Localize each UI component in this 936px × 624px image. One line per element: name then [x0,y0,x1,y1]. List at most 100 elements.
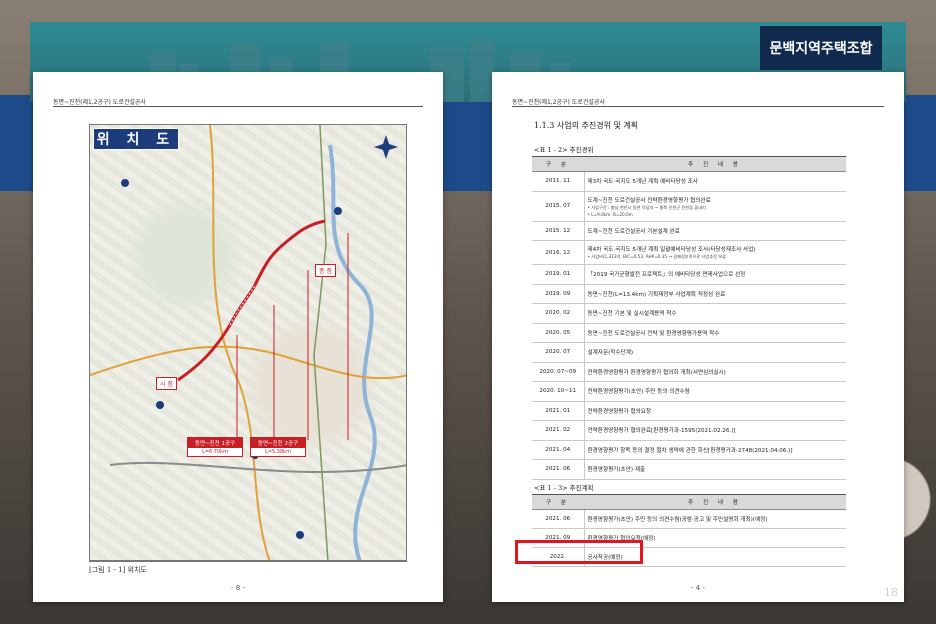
row-date: 2015. 12 [532,221,585,241]
header-rule [512,106,884,107]
document-page-right: 동면~진천(제1,2공구) 도로건설공사 1.1.3 사업의 추진경위 및 계획… [492,72,904,602]
row-date: 2021. 04 [532,440,585,460]
figure-caption: [그림 1 - 1] 위치도 [89,566,147,574]
section2-length: L=5.38km [265,449,291,455]
table-header-row: 구 분 추 진 내 용 [532,494,846,510]
page-header: 동면~진천(제1,2공구) 도로건설공사 [512,99,605,106]
row-content: 도계~진천 도로건설공사 전략환경영향평가 협의완료 • 사업구간 : 충남 천안… [584,191,846,222]
row-text: 환경영향평가 항목 등의 결정 절차 생략에 관한 회신[환경평가과-2748(… [587,447,793,454]
section1-length: L=6.70km [202,449,228,455]
row-text: 「2019 국가균형발전 프로젝트」의 예비타당성 면제사업으로 선정 [587,272,746,279]
section2-box: 동면~진천 2공구 L=5.38km [250,437,306,457]
row-date: 2020. 07~09 [532,362,585,382]
row-content: 환경영향평가(초안) 제출 [584,459,846,480]
row-date: 2021. 06 [532,459,585,480]
row-subtext: • 사업구간 : 충남 천안시 동면 덕성리 ~ 충북 진천군 진천읍 옵내리 [587,204,706,210]
table2-label: <표 1 - 3> 추진계획 [534,484,594,492]
col-date-header: 구 분 [532,494,584,510]
row-content: 동면~진천 기본 및 실시설계용역 착수 [584,303,846,324]
map-graphic [90,125,406,560]
location-map: 위 치 도 시 점 종 점 동면~진천 1공구 L=6.70km 동면~진천 2… [89,124,407,561]
row-content: 동면~진천(L=13.4km) 기획재정부 사업계획 적정성 완료 [584,284,846,304]
row-date: 2021. 06 [532,509,585,529]
row-text: 환경영향평가(초안) 주민 등의 의견수렴(공람·공고 및 주민설명회 개최)(… [587,517,768,523]
table-row: 2020. 10~11 전략환경영향평가(초안) 주민 등의 의견수렴 [532,381,846,402]
document-page-left: 동면~진천(제1,2공구) 도로건설공사 위 치 도 시 점 종 점 동면~진천… [33,72,443,602]
slide-number: 18 [884,586,898,599]
row-content: 「2019 국가균형발전 프로젝트」의 예비타당성 면제사업으로 선정 [584,264,846,285]
page-header: 동면~진천(제1,2공구) 도로건설공사 [53,99,146,106]
row-content: 환경영향평가 항목 등의 결정 절차 생략에 관한 회신[환경평가과-2748(… [584,440,846,460]
row-date: 2020. 02 [532,303,585,324]
row-date: 2019. 09 [532,284,585,304]
row-content: 환경영향평가(초안) 주민 등의 의견수렴(공람·공고 및 주민설명회 개최)(… [584,509,846,529]
row-content: 전략환경영향평가 환경영향평가 협의회 개최(서면심의실시) [584,362,846,382]
row-text: 도계~진천 도로건설공사 전략환경영향평가 협의완료 [587,197,711,204]
row-content: 동면~진천 도로건설공사 전략 및 환경영향평가용역 착수 [584,323,846,343]
row-content: 전략환경영향평가(초안) 주민 등의 의견수렴 [584,381,846,402]
row-text: 전략환경영향평가(초안) 주민 등의 의견수렴 [587,389,690,396]
table-row: 2021. 06 환경영향평가(초안) 제출 [532,459,846,480]
section-title: 1.1.3 사업의 추진경위 및 계획 [534,121,639,130]
history-table-body: 2011. 11 제3차 국도·국지도 5개년 계획 예비타당성 조사 2015. … [532,171,846,480]
row-text: 전략환경영향평가 협의요청 [587,408,652,415]
col-content-header: 추 진 내 용 [584,156,846,172]
table-row: 2020. 07 설계자문(착수단계) [532,342,846,363]
table-row: 2019. 01 「2019 국가균형발전 프로젝트」의 예비타당성 면제사업으로… [532,264,846,285]
page-number-left: - 8 - [231,584,245,592]
table-row: 2021. 04 환경영향평가 항목 등의 결정 절차 생략에 관한 회신[환경평… [532,440,846,460]
row-content: 제3차 국도·국지도 5개년 계획 예비타당성 조사 [584,171,846,192]
row-date: 2015. 07 [532,191,585,222]
table-row: 2016. 12 제4차 국도·국지도 5개년 계획 일괄예비타당성 조사(타당성… [532,240,846,265]
start-point-label: 시 점 [156,377,177,390]
col-content-header: 추 진 내 용 [584,494,846,510]
row-text: 전략환경영향평가 협의완료[환경평가과-1595(2021.02.26.)] [587,428,736,435]
row-text: 동면~진천 기본 및 실시설계용역 착수 [587,311,677,318]
row-subtext: • 사업비(1,313억, B/C=0.53, AHP=0.35 → 경제성부족… [587,254,727,259]
row-content: 설계자문(착수단계) [584,342,846,363]
row-subtext: • L=9.0km, B=20.0m [587,211,633,217]
row-content: 도계~진천 도로건설공사 기본설계 완료 [584,221,846,241]
section1-box: 동면~진천 1공구 L=6.70km [187,437,243,457]
section1-label: 동면~진천 1공구 [188,438,242,448]
col-date-header: 구 분 [532,156,584,172]
history-table: 구 분 추 진 내 용 2011. 11 제3차 국도·국지도 5개년 계획 예비… [532,156,846,480]
highlight-box [515,540,643,564]
row-text: 동면~진천 도로건설공사 전략 및 환경영향평가용역 착수 [587,330,720,337]
row-text: 도계~진천 도로건설공사 기본설계 완료 [587,228,680,235]
row-text: 전략환경영향평가 환경영향평가 협의회 개최(서면심의실시) [587,369,726,376]
brand-logo: 문백지역주택조합 [760,26,882,70]
caption-rule [89,561,407,562]
table-row: 2019. 09 동면~진천(L=13.4km) 기획재정부 사업계획 적정성 완… [532,284,846,304]
table-row: 2021. 02 전략환경영향평가 협의완료[환경평가과-1595(2021.02… [532,420,846,441]
table1-label: <표 1 - 2> 추진경위 [534,146,594,154]
table-row: 2020. 05 동면~진천 도로건설공사 전략 및 환경영향평가용역 착수 [532,323,846,343]
section2-label: 동면~진천 2공구 [251,438,305,448]
row-date: 2020. 07 [532,342,585,363]
table-row: 2020. 02 동면~진천 기본 및 실시설계용역 착수 [532,303,846,324]
row-date: 2019. 01 [532,264,585,285]
row-content: 제4차 국도·국지도 5개년 계획 일괄예비타당성 조사(타당성재조사 사업) •… [584,240,846,265]
page-number-right: - 4 - [691,584,705,592]
row-date: 2020. 10~11 [532,381,585,402]
row-content: 전략환경영향평가 협의요청 [584,401,846,421]
row-text: 설계자문(착수단계) [587,350,634,357]
row-date: 2021. 01 [532,401,585,421]
table-row: 2021. 01 전략환경영향평가 협의요청 [532,401,846,421]
map-title: 위 치 도 [93,128,179,150]
row-text: 제4차 국도·국지도 5개년 계획 일괄예비타당성 조사(타당성재조사 사업) [587,247,756,253]
table-row: 2021. 06 환경영향평가(초안) 주민 등의 의견수렴(공람·공고 및 주민… [532,509,846,529]
table-row: 2020. 07~09 전략환경영향평가 환경영향평가 협의회 개최(서면심의실시… [532,362,846,382]
row-text: 제3차 국도·국지도 5개년 계획 예비타당성 조사 [587,179,698,186]
end-point-label: 종 점 [315,264,336,277]
row-text: 환경영향평가(초안) 제출 [587,467,646,474]
row-content: 전략환경영향평가 협의완료[환경평가과-1595(2021.02.26.)] [584,420,846,441]
row-date: 2020. 05 [532,323,585,343]
row-date: 2016. 12 [532,240,585,265]
table-row: 2015. 12 도계~진천 도로건설공사 기본설계 완료 [532,221,846,241]
table-row: 2015. 07 도계~진천 도로건설공사 전략환경영향평가 협의완료 • 사업구간… [532,191,846,222]
row-text: 동면~진천(L=13.4km) 기획재정부 사업계획 적정성 완료 [587,291,726,298]
table-row: 2011. 11 제3차 국도·국지도 5개년 계획 예비타당성 조사 [532,171,846,192]
row-date: 2011. 11 [532,171,585,192]
table-header-row: 구 분 추 진 내 용 [532,156,846,172]
